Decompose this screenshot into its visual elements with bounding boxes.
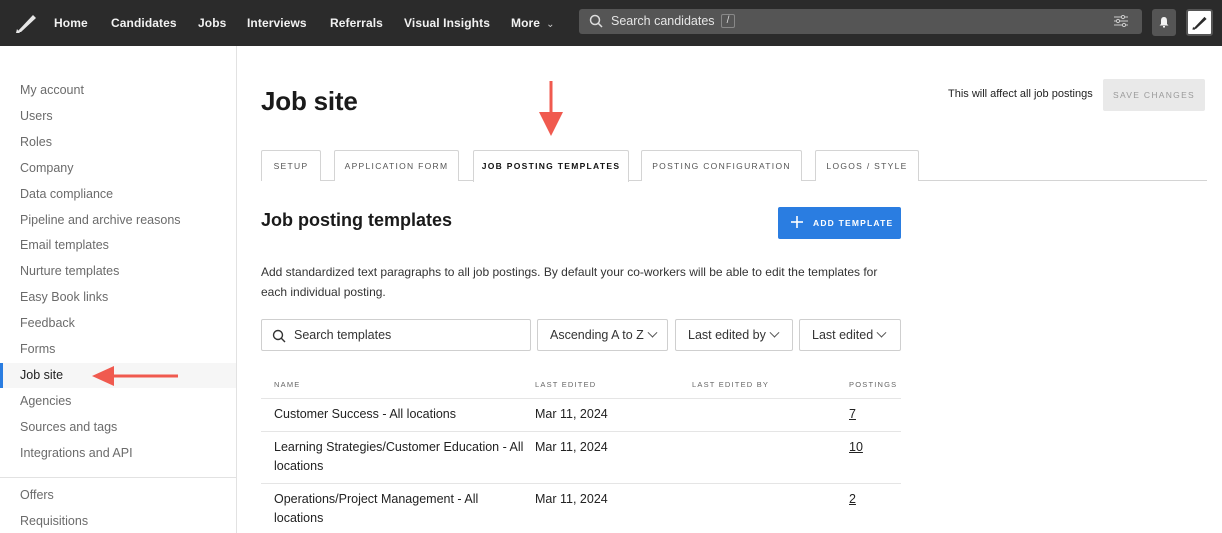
- bell-icon: [1159, 17, 1169, 28]
- sort-dropdown-value: Ascending A to Z: [550, 328, 644, 342]
- sidebar-item-nurture-templates[interactable]: Nurture templates: [20, 264, 119, 278]
- nav-visual-insights[interactable]: Visual Insights: [404, 16, 490, 30]
- sidebar-item-offers[interactable]: Offers: [20, 488, 54, 502]
- column-header-name[interactable]: NAME: [274, 380, 300, 389]
- template-postings-link[interactable]: 10: [849, 438, 863, 457]
- sidebar-item-integrations-api[interactable]: Integrations and API: [20, 446, 133, 460]
- settings-sidebar: My account Users Roles Company Data comp…: [0, 46, 237, 533]
- search-bar[interactable]: Search candidates /: [579, 9, 1142, 34]
- column-header-postings[interactable]: POSTINGS: [849, 380, 897, 389]
- tab-job-posting-templates[interactable]: JOB POSTING TEMPLATES: [473, 150, 629, 182]
- column-header-last-edited[interactable]: LAST EDITED: [535, 380, 596, 389]
- template-name[interactable]: Learning Strategies/Customer Education -…: [274, 438, 524, 476]
- section-title: Job posting templates: [261, 210, 453, 230]
- sidebar-item-my-account[interactable]: My account: [20, 83, 84, 97]
- template-last-edited: Mar 11, 2024: [535, 492, 608, 506]
- last-edited-by-dropdown-value: Last edited by: [688, 328, 766, 342]
- sidebar-item-easy-book-links[interactable]: Easy Book links: [20, 290, 108, 304]
- sidebar-item-roles[interactable]: Roles: [20, 135, 52, 149]
- nav-home[interactable]: Home: [54, 16, 88, 30]
- nav-candidates[interactable]: Candidates: [111, 16, 177, 30]
- chevron-down-icon: ⌄: [546, 19, 555, 30]
- last-edited-dropdown-value: Last edited: [812, 328, 874, 342]
- nav-interviews[interactable]: Interviews: [247, 16, 307, 30]
- add-template-label: ADD TEMPLATE: [813, 218, 894, 228]
- table-row-divider: [261, 398, 901, 399]
- sidebar-item-forms[interactable]: Forms: [20, 342, 55, 356]
- sidebar-item-users[interactable]: Users: [20, 109, 53, 123]
- notifications-button[interactable]: [1152, 9, 1176, 36]
- search-placeholder: Search candidates: [611, 14, 715, 28]
- filter-sliders-icon[interactable]: [1114, 15, 1128, 27]
- add-template-button[interactable]: ADD TEMPLATE: [778, 207, 901, 239]
- annotation-arrow-down-icon: [539, 81, 563, 136]
- chevron-down-icon: [769, 327, 780, 338]
- column-header-last-edited-by[interactable]: LAST EDITED BY: [692, 380, 769, 389]
- template-name[interactable]: Operations/Project Management - All loca…: [274, 490, 504, 528]
- sidebar-item-feedback[interactable]: Feedback: [20, 316, 75, 330]
- sidebar-divider: [0, 477, 236, 478]
- nav-more[interactable]: More ⌄: [511, 16, 555, 30]
- nav-more-label: More: [511, 16, 541, 30]
- last-edited-by-dropdown[interactable]: Last edited by: [675, 319, 793, 351]
- search-templates-input[interactable]: Search templates: [261, 319, 531, 351]
- sidebar-item-requisitions[interactable]: Requisitions: [20, 514, 88, 528]
- search-templates-placeholder: Search templates: [294, 328, 392, 342]
- search-shortcut-hint: /: [721, 14, 735, 28]
- chevron-down-icon: [647, 327, 658, 338]
- sidebar-item-company[interactable]: Company: [20, 161, 74, 175]
- sort-dropdown[interactable]: Ascending A to Z: [537, 319, 668, 351]
- page-title: Job site: [261, 86, 358, 116]
- sidebar-item-job-site[interactable]: Job site: [20, 368, 63, 382]
- template-postings-link[interactable]: 2: [849, 490, 856, 509]
- nav-jobs[interactable]: Jobs: [198, 16, 226, 30]
- tab-posting-configuration[interactable]: POSTING CONFIGURATION: [641, 150, 802, 181]
- user-avatar-logo-icon: [1192, 16, 1207, 30]
- lever-logo-icon[interactable]: [14, 12, 38, 34]
- template-name[interactable]: Customer Success - All locations: [274, 405, 524, 424]
- template-postings-link[interactable]: 7: [849, 405, 856, 424]
- section-description: Add standardized text paragraphs to all …: [261, 265, 878, 299]
- tab-application-form[interactable]: APPLICATION FORM: [334, 150, 459, 181]
- table-row-divider: [261, 431, 901, 432]
- sidebar-item-pipeline-archive-reasons[interactable]: Pipeline and archive reasons: [20, 213, 181, 227]
- table-row-divider: [261, 483, 901, 484]
- active-tab-gap: [474, 180, 628, 182]
- template-last-edited: Mar 11, 2024: [535, 407, 608, 421]
- search-overlay-shadow: [934, 34, 1142, 46]
- search-icon: [589, 14, 603, 28]
- save-changes-button[interactable]: SAVE CHANGES: [1103, 79, 1205, 111]
- tab-setup[interactable]: SETUP: [261, 150, 321, 181]
- sidebar-active-indicator: [0, 363, 3, 388]
- chevron-down-icon: [876, 327, 887, 338]
- annotation-arrow-left-icon: [92, 366, 178, 386]
- template-last-edited: Mar 11, 2024: [535, 440, 608, 454]
- sidebar-item-data-compliance[interactable]: Data compliance: [20, 187, 113, 201]
- tab-logos-style[interactable]: LOGOS / STYLE: [815, 150, 919, 181]
- sidebar-item-agencies[interactable]: Agencies: [20, 394, 71, 408]
- sidebar-item-sources-and-tags[interactable]: Sources and tags: [20, 420, 117, 434]
- top-nav: Home Candidates Jobs Interviews Referral…: [0, 0, 1222, 46]
- search-icon: [272, 329, 286, 343]
- nav-referrals[interactable]: Referrals: [330, 16, 383, 30]
- sidebar-item-email-templates[interactable]: Email templates: [20, 238, 109, 252]
- affect-note: This will affect all job postings: [948, 88, 1093, 100]
- last-edited-dropdown[interactable]: Last edited: [799, 319, 901, 351]
- avatar[interactable]: [1186, 9, 1213, 36]
- plus-icon: [791, 216, 803, 228]
